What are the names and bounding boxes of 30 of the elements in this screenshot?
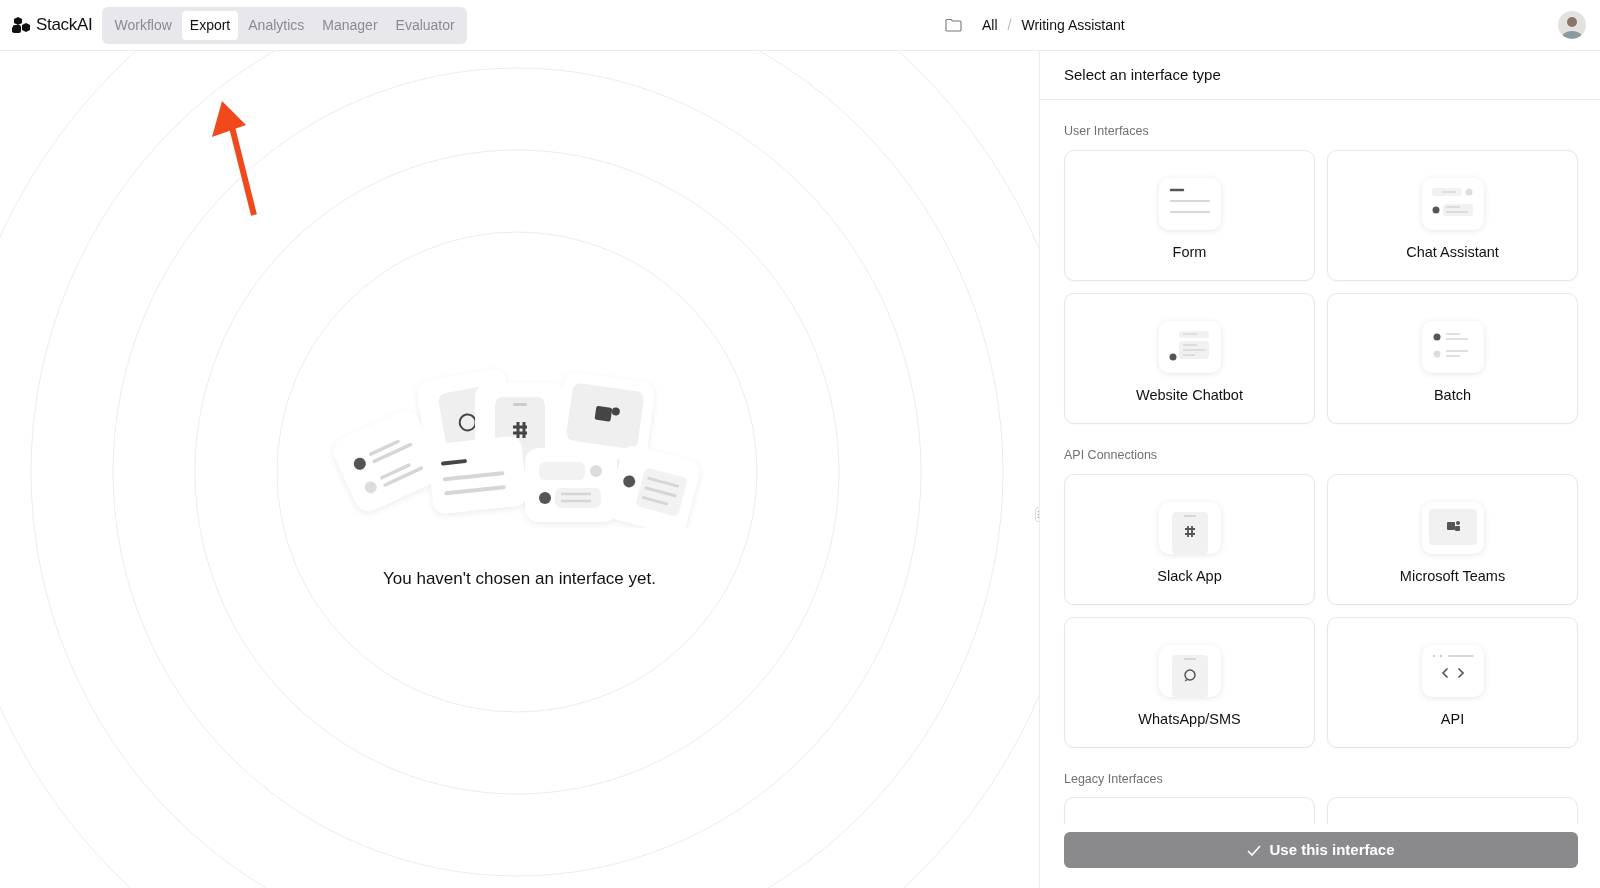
section-label: Legacy Interfaces — [1064, 770, 1164, 788]
avatar[interactable] — [1558, 11, 1586, 39]
speech-bubble-icon — [1158, 644, 1221, 697]
interface-card[interactable]: Website Chatbot — [1064, 292, 1315, 424]
interface-card[interactable]: WhatsApp/SMS — [1064, 616, 1315, 748]
panel-title: Select an interface type — [1040, 51, 1600, 100]
nav-tab[interactable]: Export — [181, 10, 239, 40]
breadcrumb-link[interactable]: Writing Assistant — [1021, 14, 1125, 36]
logo-icon — [12, 16, 32, 34]
breadcrumb-separator: / — [1007, 15, 1012, 35]
interface-card[interactable]: API — [1327, 616, 1578, 748]
empty-state-message: You haven't chosen an interface yet. — [383, 568, 656, 590]
chat-icon — [1421, 177, 1484, 230]
breadcrumb-link[interactable]: All — [982, 14, 998, 36]
form-icon — [1158, 177, 1221, 230]
interface-card[interactable]: Form — [1064, 149, 1315, 281]
interface-card[interactable]: Slack App — [1064, 473, 1315, 605]
interface-card[interactable]: Chat Assistant — [1327, 149, 1578, 281]
section-label: User Interfaces — [1064, 123, 1150, 140]
list-icon — [1421, 320, 1484, 373]
check-icon — [1247, 844, 1262, 856]
folder-icon — [945, 18, 962, 32]
brand-name: StackAI — [36, 14, 93, 37]
chat-window-icon — [1158, 320, 1221, 373]
people-icon — [1421, 501, 1484, 554]
interface-card[interactable]: Batch — [1327, 292, 1578, 424]
hash-icon — [1158, 501, 1221, 554]
section-label: API Connections — [1064, 446, 1159, 464]
code-icon — [1421, 644, 1484, 697]
interface-card[interactable]: Microsoft Teams — [1327, 473, 1578, 605]
